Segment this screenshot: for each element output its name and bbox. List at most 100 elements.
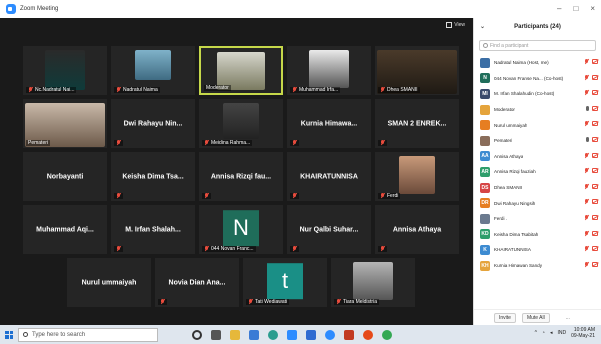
participant-row[interactable]: KH Kurnia Himawan Sandy xyxy=(474,258,601,274)
camera-off-icon xyxy=(592,183,598,189)
video-tile[interactable]: SMAN 2 ENREK... xyxy=(375,99,459,148)
tile-name-label: Tiara Meldistria xyxy=(334,299,379,305)
view-button[interactable]: View xyxy=(446,22,465,28)
participant-status xyxy=(584,105,598,111)
participant-status xyxy=(584,168,598,174)
participant-row[interactable]: Nurul ummaiyah xyxy=(474,117,601,133)
tile-name: Dwi Rahayu Nin... xyxy=(123,120,183,127)
avatar-initial: N xyxy=(223,209,259,246)
tile-name-label: Tati Wediawati xyxy=(246,299,290,305)
mic-muted-icon xyxy=(584,90,589,96)
tile-name-label: 044 Novan Franc... xyxy=(202,246,256,252)
chevron-down-icon[interactable]: ⌄ xyxy=(480,23,485,30)
zoom-taskbar-icon[interactable] xyxy=(287,329,297,340)
close-button[interactable]: × xyxy=(590,4,595,14)
video-tile[interactable]: Dwi Rahayu Nin... xyxy=(111,99,195,148)
video-tile[interactable]: N 044 Novan Franc... xyxy=(199,205,283,254)
video-tile[interactable]: Norbayanti xyxy=(23,152,107,201)
video-tile[interactable]: M. Irfan Shalah... xyxy=(111,205,195,254)
video-tile[interactable]: Meidina Rahma... xyxy=(199,99,283,148)
participant-row[interactable]: Moderator xyxy=(474,102,601,118)
video-tile[interactable]: Novia Dian Ana... xyxy=(155,258,239,307)
mic-muted-icon xyxy=(116,246,121,252)
participant-row[interactable]: KD Keisha Dima Tsabitah xyxy=(474,227,601,243)
word-icon[interactable] xyxy=(306,329,316,340)
mic-muted-icon xyxy=(116,140,121,146)
participant-row[interactable]: DR Dwi Rahayu Ningsih xyxy=(474,195,601,211)
mic-muted-icon xyxy=(292,87,297,93)
mic-muted-icon xyxy=(584,246,589,252)
language-indicator[interactable]: IND xyxy=(557,330,566,336)
tile-name-label: Ferdi xyxy=(378,193,401,199)
more-options-button[interactable]: ... xyxy=(566,315,570,321)
video-tile[interactable]: Dhea SMANII xyxy=(375,46,459,95)
participant-row[interactable]: MI M. Irfan Shalahudin (Co-host) xyxy=(474,86,601,102)
tile-name-label: Nadratul Naima xyxy=(114,87,160,93)
video-tile[interactable]: t Tati Wediawati xyxy=(243,258,327,307)
task-view-icon[interactable] xyxy=(211,329,221,340)
cortana-icon[interactable] xyxy=(192,329,202,340)
network-icon[interactable]: ◔ xyxy=(542,330,545,336)
windows-logo-icon xyxy=(5,330,13,339)
camera-off-icon xyxy=(592,214,598,220)
video-tile[interactable]: Keisha Dima Tsa... xyxy=(111,152,195,201)
mute-all-button[interactable]: Mute All xyxy=(521,312,550,323)
participant-row[interactable]: AA Annisa Athaya xyxy=(474,149,601,165)
participant-status xyxy=(584,183,598,190)
video-tile[interactable]: Nadratul Naima xyxy=(111,46,195,95)
video-tile[interactable]: Pemateri xyxy=(23,99,107,148)
tile-name: KHAIRATUNNISA xyxy=(300,173,358,180)
participant-row[interactable]: AR Annisa Rizqi fauziah xyxy=(474,164,601,180)
video-tile[interactable]: Annisa Rizqi fau... xyxy=(199,152,283,201)
participant-name: M. Irfan Shalahudin (Co-host) xyxy=(494,91,555,97)
powerpoint-icon[interactable] xyxy=(344,329,354,340)
participant-row[interactable]: Pemateri xyxy=(474,133,601,149)
invite-button[interactable]: Invite xyxy=(494,312,516,323)
file-explorer-icon[interactable] xyxy=(230,329,240,340)
minimize-button[interactable]: – xyxy=(557,4,561,14)
participant-avatar xyxy=(480,104,490,115)
store-icon[interactable] xyxy=(249,329,259,340)
video-tile[interactable]: Nurul ummaiyah xyxy=(67,258,151,307)
tile-name: Norbayanti xyxy=(46,173,84,180)
video-tile[interactable]: Muhammad Aqi... xyxy=(23,205,107,254)
participant-name: Keisha Dima Tsabitah xyxy=(494,231,539,237)
media-icon[interactable] xyxy=(363,329,373,340)
participant-row[interactable]: N 044 Novan Franse Na... (Co-host) xyxy=(474,71,601,87)
participant-name: Kurnia Himawan Sandy xyxy=(494,263,543,269)
video-tile[interactable]: Kurnia Himawa... xyxy=(287,99,371,148)
video-app-icon[interactable] xyxy=(325,329,335,340)
taskbar-clock[interactable]: 10:09 AM 09-May-21 xyxy=(571,327,595,339)
participant-row[interactable]: Ferdi . xyxy=(474,211,601,227)
start-button[interactable] xyxy=(0,325,18,344)
video-tile[interactable]: Annisa Athaya xyxy=(375,205,459,254)
video-tile[interactable]: KHAIRATUNNISA xyxy=(287,152,371,201)
chevron-up-icon[interactable]: ^ xyxy=(535,330,537,336)
title-bar: Zoom Meeting – □ × xyxy=(0,0,601,18)
mic-muted-icon xyxy=(380,140,385,146)
video-tile[interactable]: Nc.Nadratul Nai... xyxy=(23,46,107,95)
camera-off-icon xyxy=(592,74,598,80)
participants-footer: Invite Mute All ... xyxy=(474,309,601,325)
video-tile[interactable]: Nur Qalbi Suhar... xyxy=(287,205,371,254)
chrome-icon[interactable] xyxy=(382,329,392,340)
participant-status xyxy=(584,121,598,127)
mic-muted-icon xyxy=(584,230,589,237)
video-tile[interactable]: Muhammad Irfa... xyxy=(287,46,371,95)
video-tile[interactable]: Tiara Meldistria xyxy=(331,258,415,307)
maximize-button[interactable]: □ xyxy=(573,4,578,14)
edge-icon[interactable] xyxy=(268,329,278,340)
participant-row[interactable]: Nadratul Naima (Host, me) xyxy=(474,55,601,71)
zoom-logo-icon xyxy=(6,4,16,14)
mic-muted-icon xyxy=(584,199,589,205)
taskbar-search-input[interactable]: Type here to search xyxy=(18,327,158,342)
volume-icon[interactable]: ◂ xyxy=(550,330,553,336)
video-tile-active-speaker[interactable]: Moderator xyxy=(199,46,283,95)
participant-row[interactable]: K KHAIRATUNNISA xyxy=(474,242,601,258)
video-tile[interactable]: Ferdi xyxy=(375,152,459,201)
mic-muted-icon xyxy=(584,152,589,159)
participant-row[interactable]: DS Dhea SMANII xyxy=(474,180,601,196)
participant-search-input[interactable]: Find a participant xyxy=(479,40,596,51)
camera-off-icon xyxy=(592,168,598,174)
participant-name: Nadratul Naima (Host, me) xyxy=(494,60,549,66)
